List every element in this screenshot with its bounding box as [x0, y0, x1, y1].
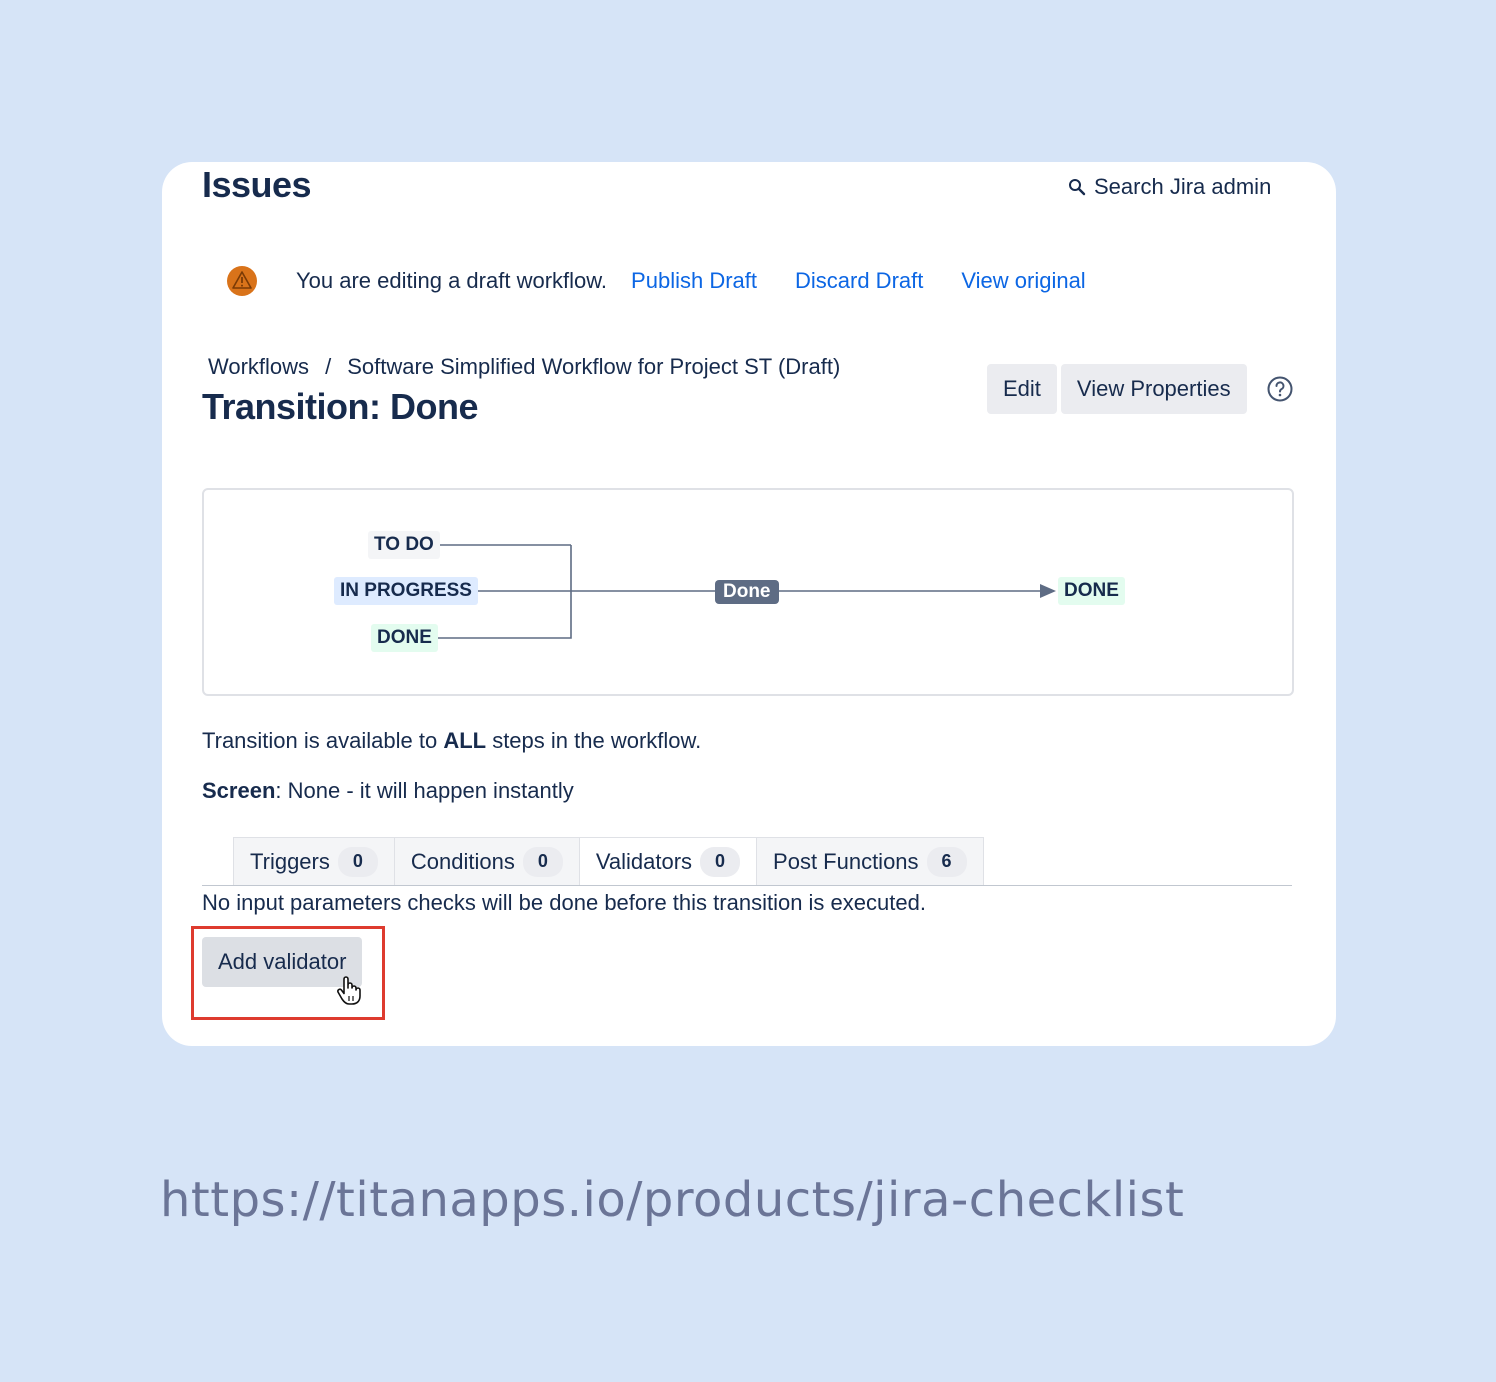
page-title: Transition: Done: [202, 386, 479, 427]
transition-diagram: TO DO IN PROGRESS DONE Done DONE: [202, 488, 1294, 696]
status-todo: TO DO: [368, 531, 440, 559]
tab-count: 0: [700, 846, 741, 877]
transition-label: Done: [715, 580, 779, 604]
tab-count: 0: [337, 846, 378, 877]
arrow-head: [1040, 584, 1056, 598]
tab-label: Validators: [595, 848, 693, 874]
screen-label: Screen: [202, 778, 276, 803]
search-jira-admin[interactable]: Search Jira admin: [1068, 174, 1271, 200]
admin-panel-card: Issues Search Jira admin You are editing…: [162, 162, 1336, 1046]
availability-scope: ALL: [443, 728, 487, 753]
availability-text: Transition is available to ALL steps in …: [202, 728, 702, 753]
tab-conditions[interactable]: Conditions 0: [393, 837, 580, 886]
breadcrumb: Workflows / Software Simplified Workflow…: [208, 354, 840, 380]
tab-label: Triggers: [250, 848, 330, 874]
status-done-target: DONE: [1058, 577, 1125, 605]
tab-post-functions[interactable]: Post Functions 6: [756, 837, 984, 886]
warning-icon: [227, 266, 257, 296]
status-in-progress: IN PROGRESS: [334, 577, 478, 605]
tab-count: 6: [926, 846, 967, 877]
edit-button[interactable]: Edit: [987, 364, 1057, 414]
page-actions: Edit View Properties: [987, 364, 1293, 414]
breadcrumb-workflows[interactable]: Workflows: [208, 354, 309, 380]
publish-draft-link[interactable]: Publish Draft: [631, 268, 757, 294]
view-properties-button[interactable]: View Properties: [1060, 364, 1247, 414]
tab-label: Post Functions: [773, 848, 919, 874]
view-original-link[interactable]: View original: [961, 268, 1085, 294]
search-icon: [1069, 179, 1086, 196]
breadcrumb-separator: /: [325, 354, 332, 379]
breadcrumb-workflow-name[interactable]: Software Simplified Workflow for Project…: [347, 354, 840, 380]
draft-warning-banner: You are editing a draft workflow. Publis…: [226, 263, 1124, 299]
discard-draft-link[interactable]: Discard Draft: [795, 268, 923, 294]
tab-label: Conditions: [410, 848, 515, 874]
app-title: Issues: [202, 164, 312, 205]
validators-description: No input parameters checks will be done …: [202, 890, 926, 915]
transition-tabs: Triggers 0 Conditions 0 Validators 0 Pos…: [233, 837, 984, 886]
screen-text: Screen: None - it will happen instantly: [202, 778, 574, 803]
draft-message: You are editing a draft workflow.: [296, 268, 608, 293]
footer-url: https://titanapps.io/products/jira-check…: [160, 1172, 1185, 1228]
tab-validators[interactable]: Validators 0: [578, 837, 758, 886]
help-icon[interactable]: [1267, 376, 1293, 402]
tab-divider: [202, 885, 1292, 886]
hand-cursor-icon: [337, 976, 361, 1005]
search-label: Search Jira admin: [1094, 174, 1272, 199]
tab-count: 0: [522, 846, 563, 877]
tab-triggers[interactable]: Triggers 0: [233, 837, 395, 886]
status-done-source: DONE: [371, 624, 438, 652]
